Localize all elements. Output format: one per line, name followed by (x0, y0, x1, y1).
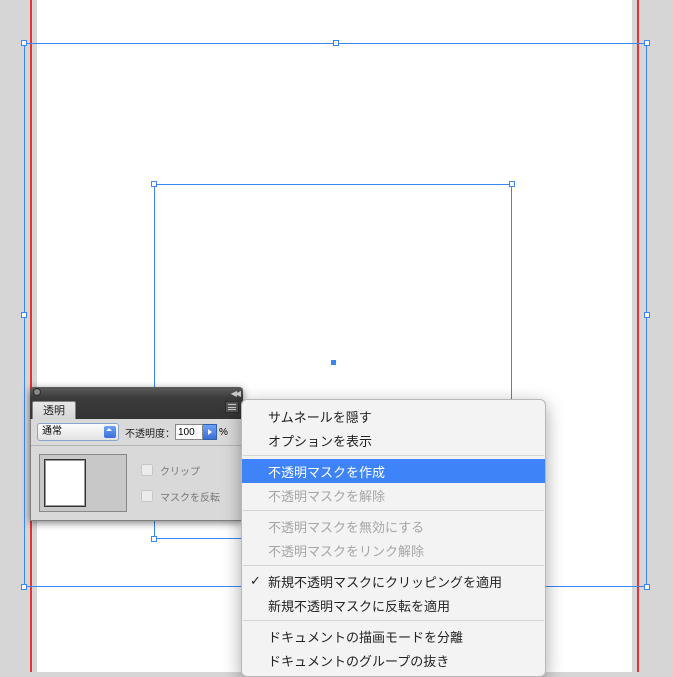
panel-row-blend: 通常 不透明度： % (31, 419, 242, 446)
menu-separator (243, 455, 544, 456)
handle-ml[interactable] (21, 312, 27, 318)
panel-flyout-menu[interactable]: サムネールを隠すオプションを表示不透明マスクを作成不透明マスクを解除不透明マスク… (241, 399, 546, 677)
tab-transparency[interactable]: 透明 (32, 401, 76, 419)
blend-mode-value: 通常 (42, 426, 62, 437)
menu-item: 不透明マスクを解除 (242, 483, 545, 507)
selection-center-point[interactable] (331, 360, 336, 365)
panel-menu-icon[interactable] (225, 401, 239, 413)
opacity-slider-icon[interactable] (203, 424, 217, 440)
thumbnail-area[interactable] (39, 454, 127, 512)
transparency-panel[interactable]: ◀◀ 透明 通常 不透明度： % クリップ (30, 387, 243, 521)
invert-mask-checkbox[interactable]: マスクを反転 (137, 487, 220, 505)
opacity-input[interactable] (175, 424, 203, 440)
menu-item[interactable]: ドキュメントの描画モードを分離 (242, 624, 545, 648)
menu-item[interactable]: 新規不透明マスクに反転を適用 (242, 593, 545, 617)
menu-item-label: サムネールを隠す (268, 407, 372, 426)
mask-options: クリップ マスクを反転 (137, 454, 220, 512)
menu-item[interactable]: サムネールを隠す (242, 404, 545, 428)
tab-label: 透明 (43, 405, 65, 417)
menu-separator (243, 510, 544, 511)
handle-bl[interactable] (21, 584, 27, 590)
panel-tab-row: 透明 (30, 397, 243, 419)
opacity-label: 不透明度： (125, 425, 175, 440)
menu-separator (243, 620, 544, 621)
panel-body: 通常 不透明度： % クリップ マスクを反転 (30, 419, 243, 521)
clip-checkbox[interactable]: クリップ (137, 461, 220, 479)
invert-mask-checkbox-label: マスクを反転 (160, 489, 220, 504)
panel-row-mask: クリップ マスクを反転 (31, 446, 242, 520)
menu-item[interactable]: ドキュメントのグループの抜き (242, 648, 545, 672)
clip-checkbox-label: クリップ (160, 463, 200, 478)
close-icon[interactable] (33, 388, 41, 396)
menu-item[interactable]: オプションを表示 (242, 428, 545, 452)
handle-tr[interactable] (644, 40, 650, 46)
percent-label: % (219, 427, 228, 438)
clip-checkbox-input[interactable] (141, 464, 153, 476)
invert-mask-checkbox-input[interactable] (141, 490, 153, 502)
menu-item[interactable]: 不透明マスクを作成 (242, 459, 545, 483)
menu-item: 不透明マスクを無効にする (242, 514, 545, 538)
menu-item-label: オプションを表示 (268, 431, 372, 450)
menu-item-label: ドキュメントのグループの抜き (268, 651, 449, 670)
menu-item-label: 新規不透明マスクに反転を適用 (268, 596, 450, 615)
panel-titlebar[interactable]: ◀◀ (30, 387, 243, 397)
menu-item[interactable]: 新規不透明マスクにクリッピングを適用 (242, 569, 545, 593)
margin-guide-left (30, 0, 32, 672)
menu-separator (243, 565, 544, 566)
menu-item-label: ドキュメントの描画モードを分離 (268, 627, 463, 646)
menu-item-label: 新規不透明マスクにクリッピングを適用 (268, 572, 502, 591)
handle-tl[interactable] (21, 40, 27, 46)
menu-item-label: 不透明マスクをリンク解除 (268, 541, 424, 560)
menu-item-label: 不透明マスクを解除 (268, 486, 385, 505)
blend-mode-select[interactable]: 通常 (37, 423, 119, 441)
margin-guide-right (637, 0, 639, 672)
menu-item-label: 不透明マスクを作成 (268, 462, 385, 481)
handle-br[interactable] (644, 584, 650, 590)
object-thumbnail[interactable] (44, 459, 86, 507)
handle-mr[interactable] (644, 312, 650, 318)
menu-item: 不透明マスクをリンク解除 (242, 538, 545, 562)
menu-item-label: 不透明マスクを無効にする (268, 517, 424, 536)
